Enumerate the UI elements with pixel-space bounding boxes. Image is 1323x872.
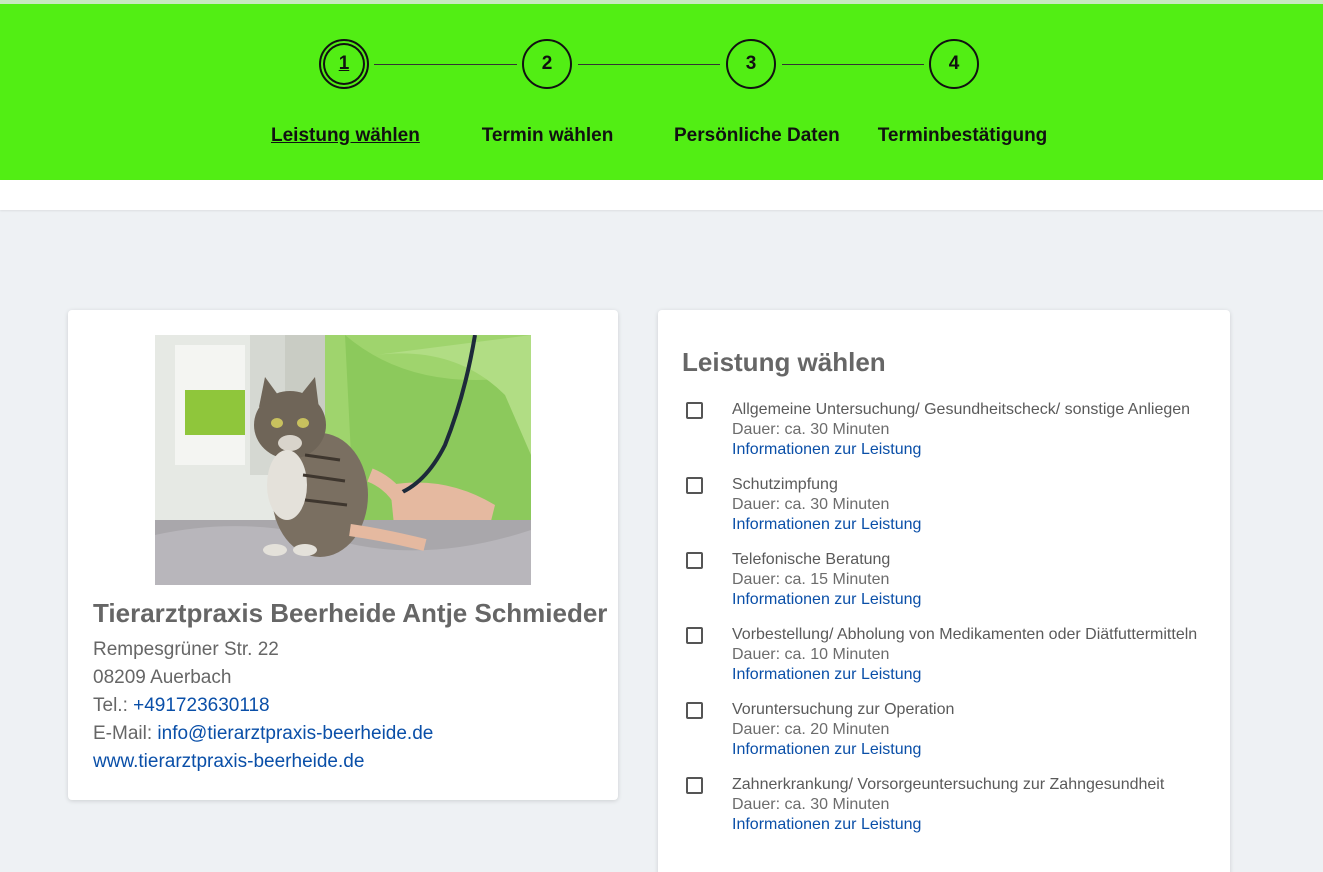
service-info-link[interactable]: Informationen zur Leistung	[732, 815, 921, 835]
service-title: Telefonische Beratung	[732, 551, 891, 568]
step-1-number: 1	[338, 53, 350, 74]
practice-email-row: E-Mail: info@tierarztpraxis-beerheide.de	[93, 723, 433, 745]
step-4-circle[interactable]: 4	[929, 39, 979, 89]
vet-cat-image	[155, 335, 531, 585]
booking-stepper: 1 2 3 4 Leistung wählen Termin wählen Pe…	[0, 4, 1323, 180]
service-checkbox[interactable]	[686, 777, 703, 794]
practice-name: Tierarztpraxis Beerheide Antje Schmieder	[93, 598, 608, 628]
practice-photo	[155, 335, 531, 585]
step-1-circle[interactable]: 1	[319, 39, 369, 89]
service-info-link[interactable]: Informationen zur Leistung	[732, 515, 921, 535]
step-3-label[interactable]: Persönliche Daten	[674, 125, 840, 147]
service-info-link[interactable]: Informationen zur Leistung	[732, 440, 921, 460]
practice-website-row: www.tierarztpraxis-beerheide.de	[93, 751, 364, 773]
header-divider	[0, 180, 1323, 210]
service-info-link[interactable]: Informationen zur Leistung	[732, 590, 921, 610]
website-link[interactable]: www.tierarztpraxis-beerheide.de	[93, 751, 364, 772]
service-title: Zahnerkrankung/ Vorsorgeuntersuchung zur…	[732, 776, 1165, 793]
service-option: Vorbestellung/ Abholung von Medikamenten…	[658, 625, 1230, 695]
service-info-link[interactable]: Informationen zur Leistung	[732, 740, 921, 760]
practice-phone-row: Tel.: +491723630118	[93, 695, 270, 717]
service-option: Allgemeine Untersuchung/ Gesundheitschec…	[658, 400, 1230, 470]
practice-city: 08209 Auerbach	[93, 667, 232, 688]
service-duration: Dauer: ca. 10 Minuten	[732, 646, 890, 663]
service-checkbox[interactable]	[686, 702, 703, 719]
services-title: Leistung wählen	[682, 347, 886, 377]
service-option: Schutzimpfung Dauer: ca. 30 Minuten Info…	[658, 475, 1230, 545]
email-link[interactable]: info@tierarztpraxis-beerheide.de	[157, 723, 433, 744]
step-2-circle[interactable]: 2	[522, 39, 572, 89]
step-3-number: 3	[745, 53, 757, 74]
service-checkbox[interactable]	[686, 627, 703, 644]
step-connector	[578, 64, 720, 65]
step-4-label[interactable]: Terminbestätigung	[877, 125, 1048, 147]
phone-label: Tel.:	[93, 695, 128, 716]
service-checkbox[interactable]	[686, 402, 703, 419]
phone-link[interactable]: +491723630118	[133, 695, 270, 716]
step-2-label[interactable]: Termin wählen	[481, 125, 614, 147]
service-title: Allgemeine Untersuchung/ Gesundheitschec…	[732, 401, 1191, 418]
practice-street: Rempesgrüner Str. 22	[93, 639, 279, 660]
step-1-label[interactable]: Leistung wählen	[271, 125, 420, 147]
service-title: Voruntersuchung zur Operation	[732, 701, 955, 718]
step-3-circle[interactable]: 3	[726, 39, 776, 89]
service-duration: Dauer: ca. 30 Minuten	[732, 496, 890, 513]
service-checkbox[interactable]	[686, 477, 703, 494]
step-connector	[782, 64, 924, 65]
service-duration: Dauer: ca. 30 Minuten	[732, 796, 890, 813]
email-label: E-Mail:	[93, 723, 153, 744]
service-duration: Dauer: ca. 15 Minuten	[732, 571, 890, 588]
service-option: Voruntersuchung zur Operation Dauer: ca.…	[658, 700, 1230, 770]
service-duration: Dauer: ca. 30 Minuten	[732, 421, 890, 438]
step-connector	[374, 64, 517, 65]
service-info-link[interactable]: Informationen zur Leistung	[732, 665, 921, 685]
service-option: Zahnerkrankung/ Vorsorgeuntersuchung zur…	[658, 775, 1230, 845]
step-4-number: 4	[948, 53, 960, 74]
service-checkbox[interactable]	[686, 552, 703, 569]
service-title: Schutzimpfung	[732, 476, 838, 493]
practice-card: Tierarztpraxis Beerheide Antje Schmieder…	[68, 310, 618, 800]
services-card: Leistung wählen Allgemeine Untersuchung/…	[658, 310, 1230, 872]
service-option: Telefonische Beratung Dauer: ca. 15 Minu…	[658, 550, 1230, 620]
step-2-number: 2	[541, 53, 553, 74]
service-duration: Dauer: ca. 20 Minuten	[732, 721, 890, 738]
service-title: Vorbestellung/ Abholung von Medikamenten…	[732, 626, 1198, 643]
